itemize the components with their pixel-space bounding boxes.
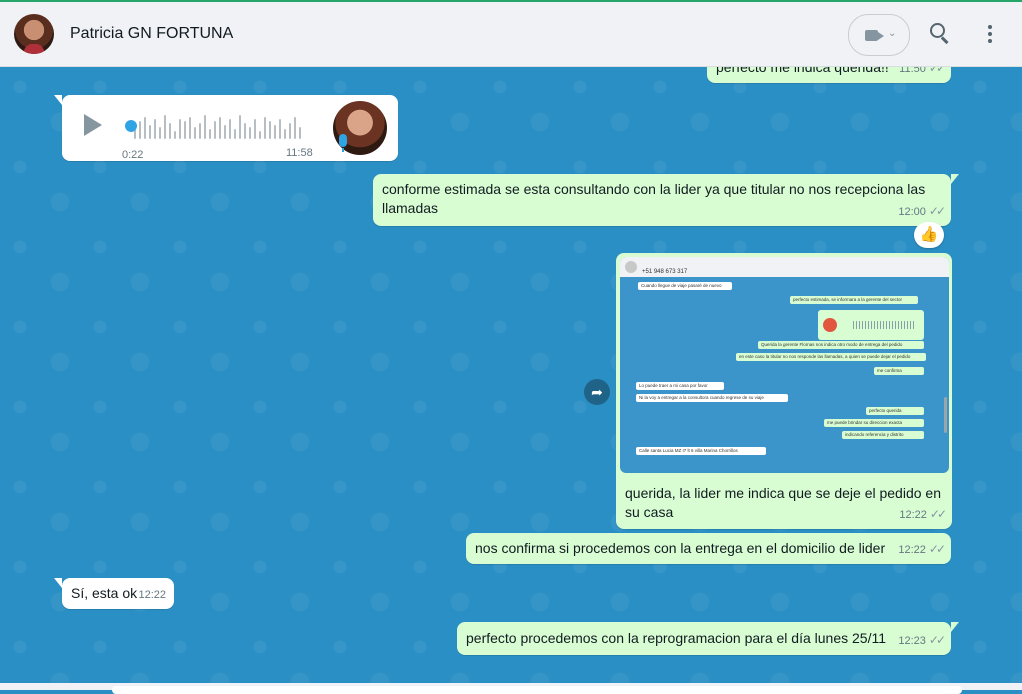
screenshot-line: Ni la voy a entregar a la consultora cua…	[636, 394, 788, 402]
message-time: 11:58	[286, 147, 313, 159]
contact-avatar[interactable]	[14, 14, 54, 54]
message-time: 12:22	[138, 589, 166, 601]
message-time: 12:00	[898, 206, 926, 218]
screenshot-voice-note	[818, 310, 924, 340]
outgoing-image-message[interactable]: +51 948 673 317 Cuando llegue de viaje p…	[616, 253, 952, 529]
message-time: 12:23	[898, 635, 926, 647]
outgoing-message[interactable]: conforme estimada se esta consultando co…	[373, 174, 959, 226]
composer-bar[interactable]	[0, 683, 1022, 694]
forward-icon[interactable]: ➦	[584, 379, 610, 405]
screenshot-line: indicando referencia y distrito	[842, 431, 924, 439]
message-meta: 12:22 ✓✓	[899, 505, 947, 525]
screenshot-line: me confirma	[874, 367, 924, 375]
menu-icon[interactable]	[976, 20, 1004, 48]
incoming-message[interactable]: Sí, esta ok 12:22	[54, 578, 174, 609]
chat-header: Patricia GN FORTUNA ⌄	[0, 2, 1022, 67]
message-list[interactable]: perfecto me indica querida!! 11:50 ✓✓ 0:2…	[0, 67, 1022, 683]
message-time: 12:22	[898, 544, 926, 556]
message-meta: 12:22 ✓✓	[898, 540, 946, 560]
screenshot-waveform	[853, 321, 915, 329]
waveform[interactable]	[130, 113, 306, 139]
read-ticks-icon: ✓✓	[929, 507, 947, 521]
mic-icon	[339, 134, 347, 152]
contact-name[interactable]: Patricia GN FORTUNA	[70, 25, 233, 43]
message-meta: 12:00 ✓✓	[898, 202, 946, 222]
playback-position-handle[interactable]	[125, 120, 137, 132]
message-time: 12:22	[899, 509, 927, 521]
outgoing-message[interactable]: perfecto procedemos con la reprogramacio…	[457, 622, 959, 655]
voice-duration: 0:22	[122, 149, 144, 161]
read-ticks-icon: ✓✓	[928, 204, 946, 218]
play-icon[interactable]	[84, 114, 102, 136]
message-meta: 11:50 ✓✓	[899, 67, 946, 79]
chevron-down-icon: ⌄	[888, 28, 897, 39]
message-text: perfecto procedemos con la reprogramacio…	[466, 630, 886, 646]
screenshot-line: perfecto querida	[866, 407, 924, 415]
message-meta: 12:23 ✓✓	[898, 631, 946, 651]
message-text: conforme estimada se esta consultando co…	[382, 181, 926, 216]
outgoing-message[interactable]: nos confirma si procedemos con la entreg…	[466, 533, 951, 564]
screenshot-scrollbar	[944, 397, 947, 433]
screenshot-line: Calle santa Lucia MZ I7 lt 6 villa Marin…	[636, 447, 766, 455]
incoming-voice-message[interactable]: 0:22 11:58	[54, 95, 398, 161]
image-attachment[interactable]: +51 948 673 317 Cuando llegue de viaje p…	[620, 257, 949, 473]
outgoing-message[interactable]: perfecto me indica querida!! 11:50 ✓✓	[707, 67, 951, 83]
screenshot-line: perfecto estimada, se informara a la ger…	[790, 296, 918, 304]
message-text: perfecto me indica querida!!	[716, 67, 889, 75]
thumbs-up-reaction-icon[interactable]: 👍	[914, 222, 944, 248]
read-ticks-icon: ✓✓	[928, 542, 946, 556]
screenshot-line: en este caso la titular no nos responde …	[736, 353, 926, 361]
screenshot-line: me puede brindar su direccion exacta	[824, 419, 924, 427]
video-call-icon	[865, 30, 884, 41]
screenshot-title: +51 948 673 317	[642, 269, 688, 275]
screenshot-line: Querida la gerente Flornas nos indica ot…	[758, 341, 924, 349]
video-call-button[interactable]: ⌄	[848, 14, 910, 56]
screenshot-avatar	[625, 261, 637, 273]
screenshot-line: Lo puede traer a mi casa por favor	[636, 382, 724, 390]
screenshot-mic-icon	[823, 318, 837, 332]
read-ticks-icon: ✓✓	[928, 633, 946, 647]
message-text: nos confirma si procedemos con la entreg…	[475, 540, 886, 556]
screenshot-header: +51 948 673 317	[620, 257, 949, 277]
message-text: Sí, esta ok	[71, 585, 138, 601]
read-ticks-icon: ✓✓	[928, 67, 946, 75]
message-time: 11:50	[899, 67, 926, 75]
search-icon[interactable]	[926, 20, 954, 48]
screenshot-line: Cuando llegue de viaje pasaré de nuevo	[638, 282, 732, 290]
